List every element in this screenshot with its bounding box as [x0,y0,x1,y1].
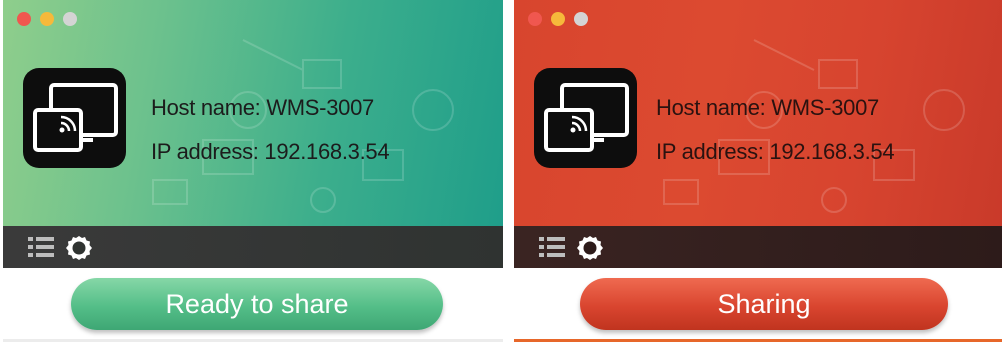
header-banner: Host name: WMS-3007 IP address: 192.168.… [3,0,503,226]
host-info: Host name: WMS-3007 IP address: 192.168.… [656,86,895,174]
toolbar [3,226,503,268]
screen-cast-icon [534,68,637,168]
host-name-value: WMS-3007 [771,95,879,120]
zoom-dot[interactable] [574,12,588,26]
host-name-label: Host name: [656,95,766,120]
toolbar [514,226,1002,268]
window-controls [528,12,588,26]
header-banner: Host name: WMS-3007 IP address: 192.168.… [514,0,1002,226]
zoom-dot[interactable] [63,12,77,26]
minimize-dot[interactable] [551,12,565,26]
app-window-ready: Host name: WMS-3007 IP address: 192.168.… [3,0,503,342]
ip-address-label: IP address: [151,139,259,164]
ip-address-value: 192.168.3.54 [769,139,895,164]
host-info: Host name: WMS-3007 IP address: 192.168.… [151,86,390,174]
list-icon[interactable] [538,234,566,265]
gear-icon[interactable] [65,234,93,267]
ip-address-label: IP address: [656,139,764,164]
close-dot[interactable] [528,12,542,26]
host-name-value: WMS-3007 [266,95,374,120]
screen-cast-icon [23,68,126,168]
list-icon[interactable] [27,234,55,265]
sharing-button[interactable]: Sharing [580,278,948,330]
host-name-row: Host name: WMS-3007 [656,86,894,130]
ip-address-row: IP address: 192.168.3.54 [656,130,895,174]
app-window-sharing: Host name: WMS-3007 IP address: 192.168.… [514,0,1002,342]
ip-address-value: 192.168.3.54 [264,139,390,164]
window-controls [17,12,77,26]
host-name-label: Host name: [151,95,261,120]
ready-to-share-button[interactable]: Ready to share [71,278,443,330]
close-dot[interactable] [17,12,31,26]
minimize-dot[interactable] [40,12,54,26]
host-name-row: Host name: WMS-3007 [151,86,389,130]
gear-icon[interactable] [576,234,604,267]
ip-address-row: IP address: 192.168.3.54 [151,130,390,174]
